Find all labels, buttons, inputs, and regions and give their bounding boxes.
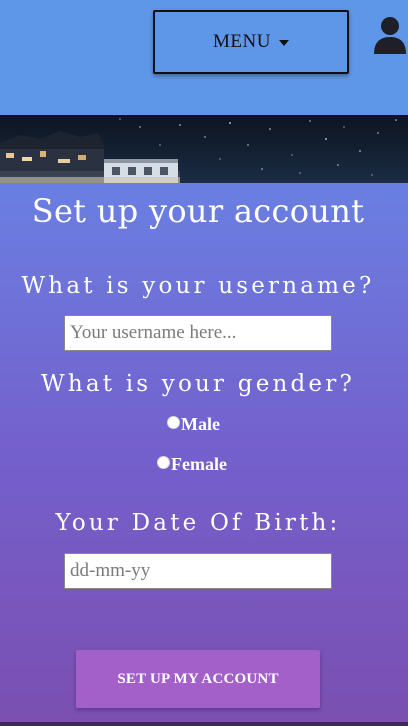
top-navbar: MENU: [0, 0, 408, 115]
caret-down-icon: [278, 40, 289, 46]
gender-question: What is your gender?: [41, 371, 355, 397]
username-question: What is your username?: [21, 273, 375, 299]
menu-label: MENU: [213, 31, 271, 52]
radio-button[interactable]: [157, 456, 170, 469]
bottom-edge: [0, 722, 408, 726]
gender-option-label: Female: [171, 454, 227, 474]
gender-radio-female[interactable]: Female: [157, 454, 227, 475]
gender-radio-male[interactable]: Male: [167, 414, 220, 435]
night-city-banner: [0, 115, 408, 183]
setup-account-button[interactable]: SET UP MY ACCOUNT: [76, 650, 320, 708]
banner-image: [0, 118, 397, 183]
radio-button[interactable]: [167, 416, 180, 429]
dob-input[interactable]: [64, 553, 332, 589]
user-icon[interactable]: [372, 16, 408, 54]
username-input[interactable]: [64, 315, 332, 351]
dob-question: Your Date Of Birth:: [55, 510, 341, 536]
menu-dropdown-button[interactable]: MENU: [153, 10, 349, 74]
page-title: Set up your account: [31, 192, 365, 230]
gender-option-label: Male: [181, 414, 220, 434]
